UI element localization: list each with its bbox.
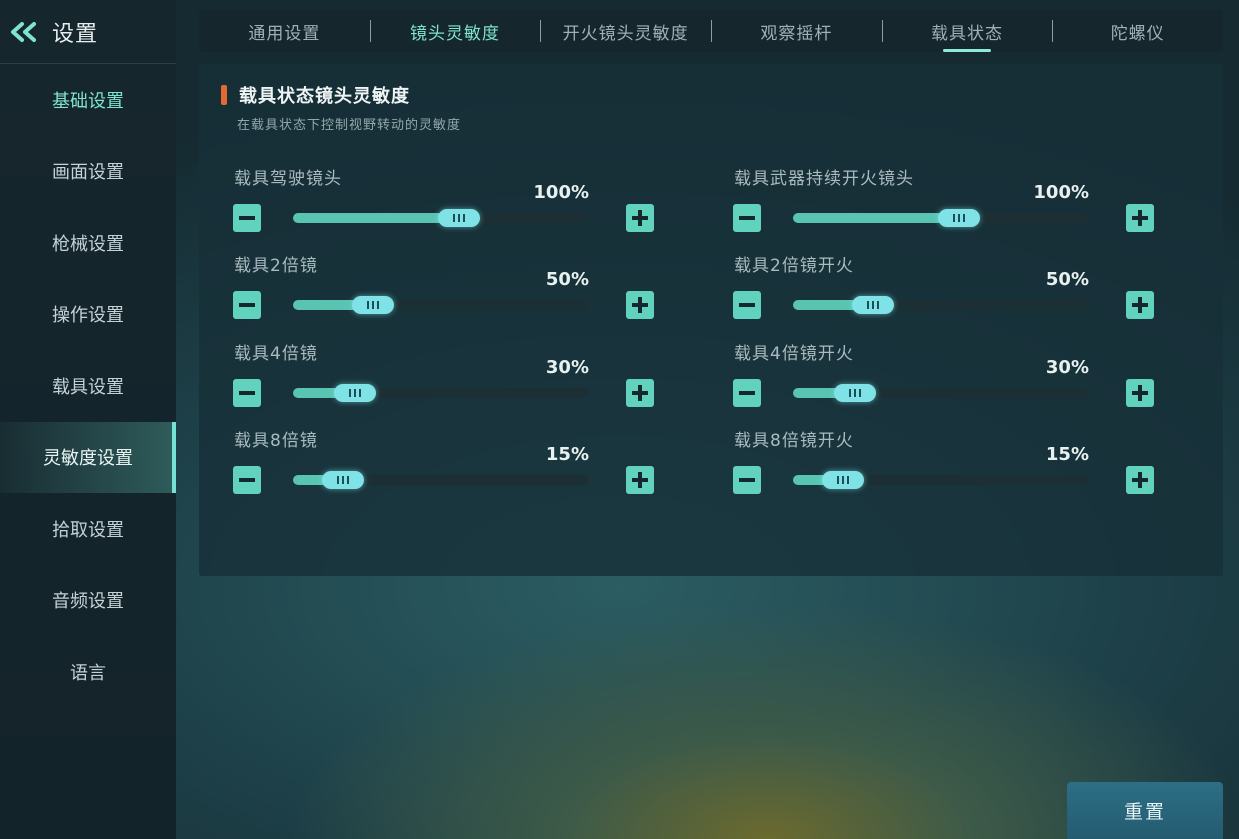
- sidebar-menu: 基础设置 画面设置 枪械设置 操作设置 载具设置 灵敏度设置 拾取设置 音频设置…: [0, 64, 176, 708]
- settings-panel: 载具状态镜头灵敏度 在载具状态下控制视野转动的灵敏度 载具驾驶镜头 100% 载…: [199, 64, 1223, 576]
- minus-button[interactable]: [233, 379, 261, 407]
- slider-label: 载具2倍镜: [234, 256, 318, 276]
- slider-vehicle-8x-scope: 载具8倍镜 15%: [199, 426, 654, 511]
- tab-vehicle-state[interactable]: 载具状态: [881, 10, 1053, 52]
- minus-button[interactable]: [233, 466, 261, 494]
- slider-vehicle-4x-scope-fire: 载具4倍镜开火 30%: [699, 339, 1154, 424]
- section-header: 载具状态镜头灵敏度: [221, 82, 410, 108]
- slider-track[interactable]: [293, 384, 589, 402]
- reset-button[interactable]: 重置: [1067, 782, 1223, 839]
- slider-track[interactable]: [293, 209, 589, 227]
- slider-track[interactable]: [293, 296, 589, 314]
- plus-button[interactable]: [1126, 204, 1154, 232]
- slider-label: 载具驾驶镜头: [234, 169, 342, 189]
- sidebar-header: 设置: [0, 0, 176, 64]
- slider-thumb[interactable]: [822, 471, 865, 489]
- slider-thumb[interactable]: [834, 384, 877, 402]
- tab-camera-sensitivity[interactable]: 镜头灵敏度: [369, 10, 541, 52]
- minus-button[interactable]: [233, 204, 261, 232]
- slider-track[interactable]: [793, 384, 1089, 402]
- section-accent-bar: [221, 85, 227, 105]
- slider-value: 30%: [1045, 357, 1089, 378]
- double-chevron-left-icon[interactable]: [8, 20, 40, 44]
- slider-value: 50%: [1045, 269, 1089, 290]
- slider-fill: [793, 213, 959, 223]
- slider-value: 50%: [545, 269, 589, 290]
- slider-vehicle-2x-scope: 载具2倍镜 50%: [199, 251, 654, 336]
- sidebar-item-audio[interactable]: 音频设置: [0, 565, 176, 637]
- slider-value: 15%: [545, 444, 589, 465]
- slider-vehicle-weapon-fire-camera: 载具武器持续开火镜头 100%: [699, 164, 1154, 249]
- slider-value: 30%: [545, 357, 589, 378]
- slider-value: 15%: [1045, 444, 1089, 465]
- slider-thumb[interactable]: [322, 471, 365, 489]
- slider-label: 载具2倍镜开火: [734, 256, 854, 276]
- tab-bar: 通用设置 镜头灵敏度 开火镜头灵敏度 观察摇杆 载具状态 陀螺仪: [199, 10, 1223, 52]
- plus-button[interactable]: [626, 204, 654, 232]
- settings-title: 设置: [52, 21, 99, 47]
- slider-label: 载具4倍镜: [234, 344, 318, 364]
- minus-button[interactable]: [733, 379, 761, 407]
- slider-track[interactable]: [793, 296, 1089, 314]
- slider-label: 载具8倍镜: [234, 431, 318, 451]
- slider-label: 载具武器持续开火镜头: [734, 169, 914, 189]
- sidebar-item-sensitivity[interactable]: 灵敏度设置: [0, 421, 176, 493]
- slider-track[interactable]: [793, 209, 1089, 227]
- slider-thumb[interactable]: [334, 384, 377, 402]
- minus-button[interactable]: [733, 204, 761, 232]
- plus-button[interactable]: [626, 291, 654, 319]
- slider-value: 100%: [533, 182, 589, 203]
- slider-track[interactable]: [793, 471, 1089, 489]
- sidebar-item-basic[interactable]: 基础设置: [0, 64, 176, 136]
- minus-button[interactable]: [733, 466, 761, 494]
- slider-fill: [293, 213, 459, 223]
- minus-button[interactable]: [233, 291, 261, 319]
- sidebar: 设置 基础设置 画面设置 枪械设置 操作设置 载具设置 灵敏度设置 拾取设置 音…: [0, 0, 176, 839]
- sidebar-item-pickup[interactable]: 拾取设置: [0, 493, 176, 565]
- slider-thumb[interactable]: [851, 296, 894, 314]
- section-subtitle: 在载具状态下控制视野转动的灵敏度: [237, 118, 462, 133]
- plus-button[interactable]: [626, 466, 654, 494]
- sidebar-item-vehicle[interactable]: 载具设置: [0, 350, 176, 422]
- slider-vehicle-driving-camera: 载具驾驶镜头 100%: [199, 164, 654, 249]
- slider-vehicle-8x-scope-fire: 载具8倍镜开火 15%: [699, 426, 1154, 511]
- slider-label: 载具8倍镜开火: [734, 431, 854, 451]
- plus-button[interactable]: [1126, 466, 1154, 494]
- sidebar-item-language[interactable]: 语言: [0, 636, 176, 708]
- minus-button[interactable]: [733, 291, 761, 319]
- slider-label: 载具4倍镜开火: [734, 344, 854, 364]
- section-title: 载具状态镜头灵敏度: [239, 86, 410, 107]
- slider-vehicle-2x-scope-fire: 载具2倍镜开火 50%: [699, 251, 1154, 336]
- plus-button[interactable]: [1126, 291, 1154, 319]
- slider-thumb[interactable]: [437, 209, 480, 227]
- slider-track[interactable]: [293, 471, 589, 489]
- slider-thumb[interactable]: [351, 296, 394, 314]
- tab-gyroscope[interactable]: 陀螺仪: [1052, 10, 1223, 52]
- slider-vehicle-4x-scope: 载具4倍镜 30%: [199, 339, 654, 424]
- slider-value: 100%: [1033, 182, 1089, 203]
- sidebar-item-graphics[interactable]: 画面设置: [0, 136, 176, 208]
- plus-button[interactable]: [1126, 379, 1154, 407]
- sidebar-item-weapons[interactable]: 枪械设置: [0, 207, 176, 279]
- tab-fire-camera-sensitivity[interactable]: 开火镜头灵敏度: [540, 10, 711, 52]
- slider-thumb[interactable]: [937, 209, 980, 227]
- tab-free-look[interactable]: 观察摇杆: [711, 10, 882, 52]
- sidebar-item-controls[interactable]: 操作设置: [0, 279, 176, 351]
- plus-button[interactable]: [626, 379, 654, 407]
- tab-general[interactable]: 通用设置: [199, 10, 370, 52]
